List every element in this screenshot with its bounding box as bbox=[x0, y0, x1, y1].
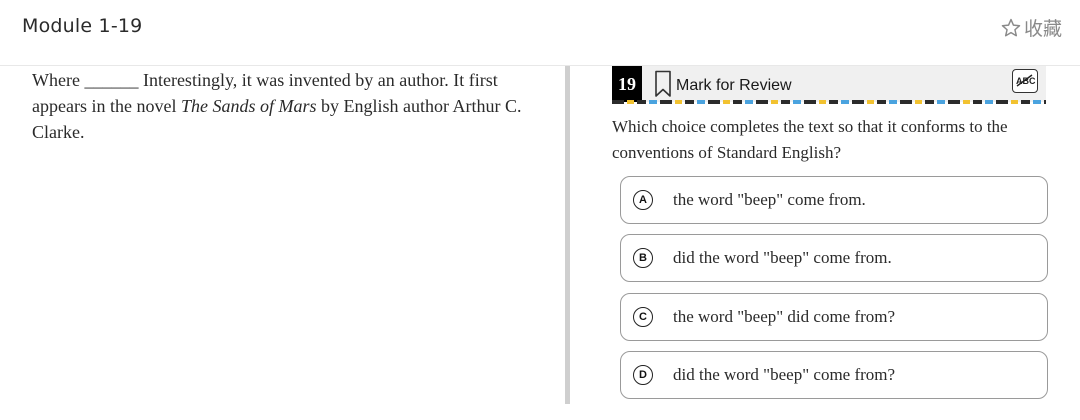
mark-for-review-button[interactable]: Mark for Review bbox=[654, 70, 792, 98]
bookmark-icon bbox=[655, 70, 671, 97]
answer-choice-b[interactable]: B did the word "beep" come from. bbox=[620, 234, 1048, 282]
choice-letter-c: C bbox=[633, 307, 653, 327]
star-outline-icon bbox=[1001, 18, 1021, 36]
passage-text: Where ______ Interestingly, it was inven… bbox=[32, 67, 552, 145]
module-title: Module 1-19 bbox=[22, 15, 143, 37]
answer-choice-d[interactable]: D did the word "beep" come from? bbox=[620, 351, 1048, 399]
favorite-button[interactable]: 收藏 bbox=[1000, 14, 1062, 41]
question-number: 19 bbox=[612, 66, 642, 102]
pane-divider[interactable] bbox=[565, 66, 570, 404]
choice-text-a: the word "beep" come from. bbox=[673, 190, 866, 209]
strikethrough-tool-button[interactable]: ABC bbox=[1012, 69, 1038, 93]
answer-choice-a[interactable]: A the word "beep" come from. bbox=[620, 176, 1048, 224]
passage-blank: ______ bbox=[84, 70, 139, 90]
top-bar: Module 1-19 收藏 bbox=[0, 0, 1080, 66]
mark-for-review-label: Mark for Review bbox=[676, 76, 792, 94]
header-dashed-rule bbox=[612, 100, 1046, 104]
choice-text-b: did the word "beep" come from. bbox=[673, 248, 892, 267]
choice-text-d: did the word "beep" come from? bbox=[673, 365, 896, 384]
question-prompt: Which choice completes the text so that … bbox=[612, 117, 1008, 162]
abc-strikethrough-icon: ABC bbox=[1016, 74, 1036, 87]
choice-letter-d: D bbox=[633, 365, 653, 385]
favorite-label: 收藏 bbox=[1023, 18, 1062, 40]
book-title: The Sands of Mars bbox=[180, 96, 317, 116]
choice-letter-a: A bbox=[633, 190, 653, 210]
answer-choice-c[interactable]: C the word "beep" did come from? bbox=[620, 293, 1048, 341]
choice-text-c: the word "beep" did come from? bbox=[673, 307, 896, 326]
passage-prefix: Where bbox=[32, 70, 80, 90]
choice-letter-b: B bbox=[633, 248, 653, 268]
question-header: 19 Mark for Review ABC bbox=[612, 66, 1046, 102]
